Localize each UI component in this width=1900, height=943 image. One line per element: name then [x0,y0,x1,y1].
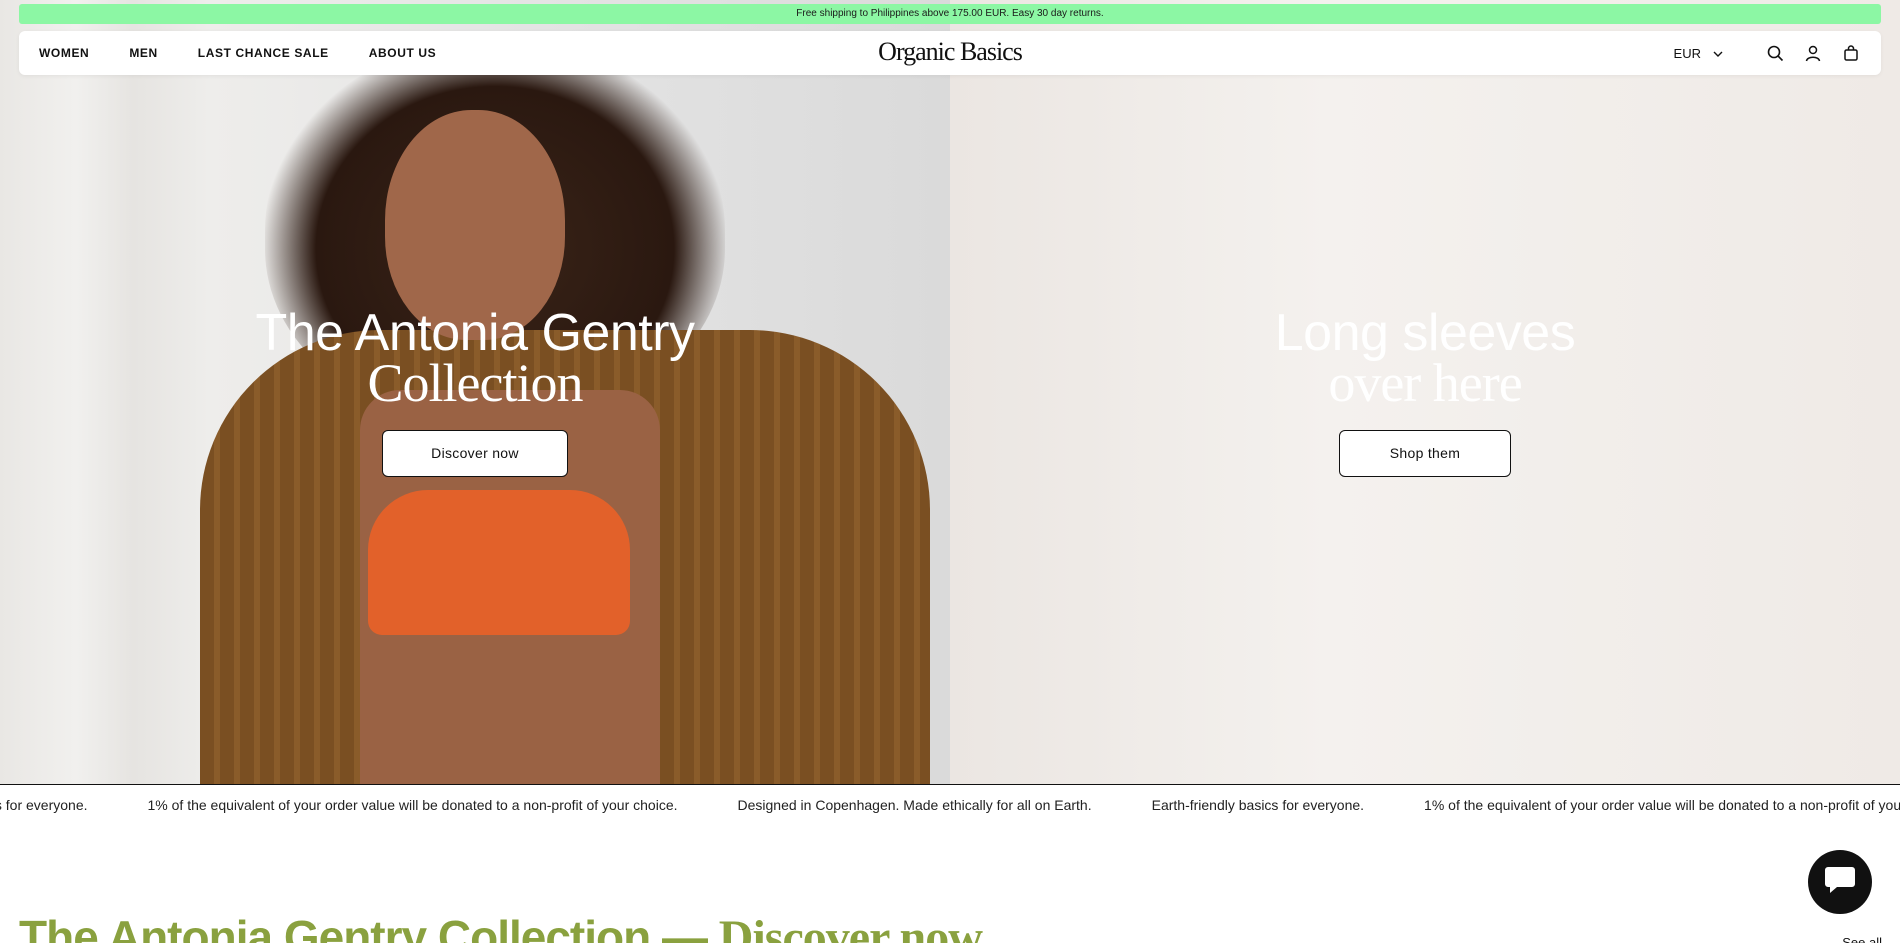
nav-item-women[interactable]: WOMEN [39,46,89,60]
header-tools: EUR [1674,31,1861,75]
section-title-cta: Discover now [718,911,983,943]
page: The Antonia Gentry Collection Discover n… [0,0,1900,943]
hero-panel-right[interactable]: Long sleeves over here Shop them [950,0,1900,784]
section-title[interactable]: The Antonia Gentry Collection — Discover… [19,910,983,943]
shop-them-button[interactable]: Shop them [1338,430,1512,477]
usp-marquee: asics for everyone. 1% of the equivalent… [0,784,1900,824]
marquee-item: asics for everyone. [0,797,88,813]
section-title-main: The Antonia Gentry Collection — [19,911,708,943]
hero-right-title: Long sleeves [1274,304,1576,362]
chevron-down-icon [1713,46,1723,61]
account-icon[interactable] [1803,43,1823,63]
discover-now-button[interactable]: Discover now [382,430,568,477]
marquee-item: Earth-friendly basics for everyone. [1151,797,1365,813]
main-nav: WOMEN MEN LAST CHANCE SALE ABOUT US [39,31,436,75]
hero-banner: The Antonia Gentry Collection Discover n… [0,0,1900,784]
nav-item-men[interactable]: MEN [129,46,157,60]
hero-right-copy: Long sleeves over here Shop them [950,304,1900,477]
hero-left-subtitle: Collection [367,353,584,413]
marquee-item: Designed in Copenhagen. Made ethically f… [737,797,1092,813]
see-all-link[interactable]: See all [1842,935,1882,943]
hero-panel-left[interactable]: The Antonia Gentry Collection Discover n… [0,0,950,784]
nav-item-last-chance-sale[interactable]: LAST CHANCE SALE [198,46,329,60]
currency-label: EUR [1673,45,1701,61]
marquee-item: 1% of the equivalent of your order value… [147,797,678,813]
search-icon[interactable] [1765,43,1785,63]
announcement-bar: Free shipping to Philippines above 175.0… [19,4,1881,24]
currency-selector[interactable]: EUR [1674,46,1723,61]
hero-left-copy: The Antonia Gentry Collection Discover n… [0,304,950,477]
hero-left-title: The Antonia Gentry [255,304,695,362]
hero-image-top [368,490,630,635]
marquee-track: asics for everyone. 1% of the equivalent… [0,785,1900,824]
brand-logo[interactable]: Organic Basics [878,37,1023,67]
chat-icon [1824,865,1856,900]
cart-icon[interactable] [1841,43,1861,63]
hero-right-subtitle: over here [1328,353,1522,413]
site-header: WOMEN MEN LAST CHANCE SALE ABOUT US Orga… [19,31,1881,75]
chat-button[interactable] [1808,850,1872,914]
marquee-item: 1% of the equivalent of your order value… [1424,797,1900,813]
nav-item-about-us[interactable]: ABOUT US [369,46,436,60]
